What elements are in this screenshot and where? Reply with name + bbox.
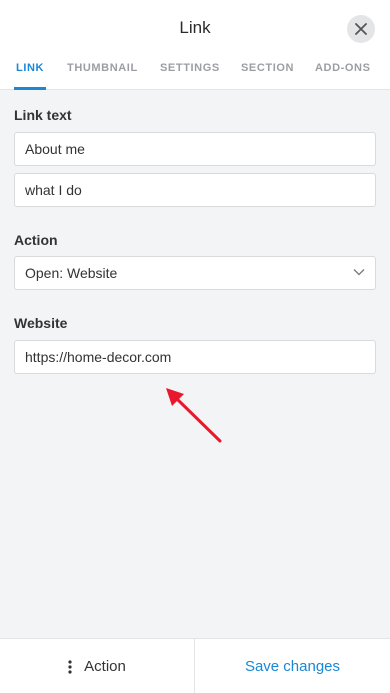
tab-settings[interactable]: SETTINGS <box>160 62 220 74</box>
active-tab-indicator <box>14 87 46 90</box>
action-select[interactable]: Open: Website <box>14 256 376 290</box>
tab-link[interactable]: LINK <box>16 62 44 74</box>
close-icon <box>355 23 367 35</box>
annotation-arrow-icon <box>166 388 222 443</box>
panel-title: Link <box>179 18 211 37</box>
website-label: Website <box>14 315 68 331</box>
chevron-down-icon <box>353 269 365 276</box>
tab-section[interactable]: SECTION <box>241 62 294 74</box>
link-text-label: Link text <box>14 107 72 123</box>
footer-bar: Action Save changes <box>0 638 390 693</box>
action-menu-label: Action <box>84 658 126 675</box>
website-url-input[interactable]: https://home-decor.com <box>14 340 376 374</box>
action-menu-button[interactable]: Action <box>0 639 194 693</box>
close-button[interactable] <box>347 15 375 43</box>
link-text-line2-input[interactable]: what I do <box>14 173 376 207</box>
panel-header: Link <box>0 0 390 52</box>
link-text-line1-input[interactable]: About me <box>14 132 376 166</box>
action-label: Action <box>14 232 58 248</box>
tab-thumbnail[interactable]: THUMBNAIL <box>67 62 138 74</box>
tab-bar: LINK THUMBNAIL SETTINGS SECTION ADD-ONS <box>0 52 390 90</box>
more-vertical-icon <box>68 659 72 674</box>
tab-add-ons[interactable]: ADD-ONS <box>315 62 371 74</box>
action-select-value: Open: Website <box>25 265 118 281</box>
save-changes-button[interactable]: Save changes <box>195 639 390 693</box>
